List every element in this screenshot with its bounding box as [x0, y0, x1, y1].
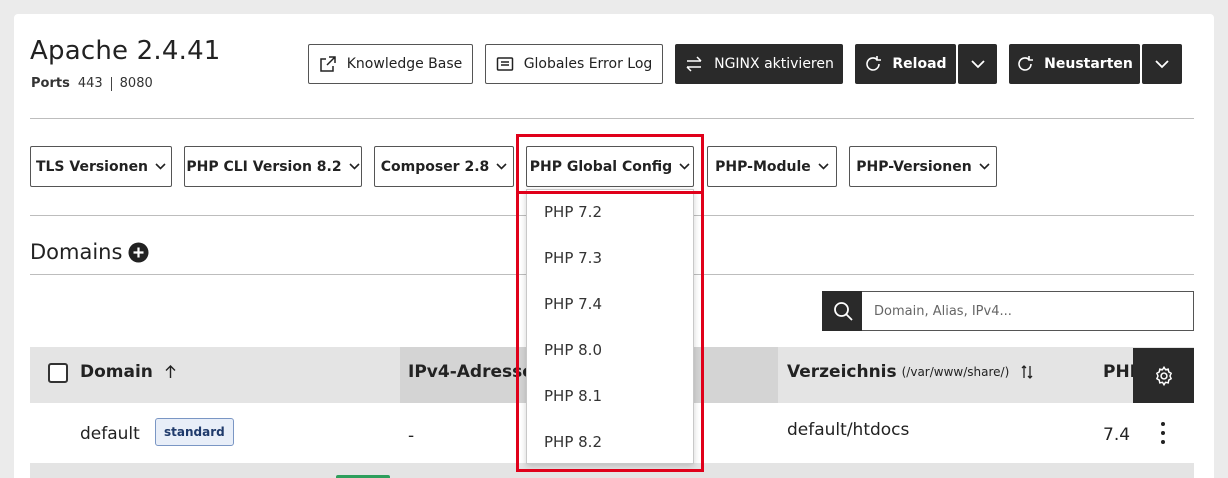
- error-log-label: Globales Error Log: [523, 56, 653, 72]
- ports-info: Ports 443 8080: [31, 76, 153, 91]
- column-header-domain[interactable]: Domain: [80, 362, 176, 382]
- search-icon: [833, 302, 853, 321]
- domain-name-cell[interactable]: default: [80, 424, 140, 444]
- dropdown-label: PHP-Module: [715, 158, 811, 175]
- reload-button[interactable]: Reload: [855, 44, 956, 84]
- chevron-down-icon: [349, 163, 360, 170]
- menu-item-php-7-4[interactable]: PHP 7.4: [544, 295, 602, 313]
- tls-versions-dropdown[interactable]: TLS Versionen: [30, 146, 172, 187]
- port-value: 8080: [119, 76, 153, 91]
- knowledge-base-label: Knowledge Base: [346, 56, 463, 72]
- dropdown-label: PHP Global Config: [529, 158, 673, 175]
- php-global-config-dropdown[interactable]: PHP Global Config: [526, 146, 694, 187]
- reload-options-button[interactable]: [958, 44, 997, 84]
- composer-dropdown[interactable]: Composer 2.8: [374, 146, 514, 187]
- document-icon: [496, 57, 513, 71]
- column-sublabel: (/var/www/share/): [901, 365, 1010, 379]
- restart-options-button[interactable]: [1142, 44, 1182, 84]
- external-link-icon: [320, 56, 336, 72]
- domain-search-input[interactable]: [862, 291, 1194, 331]
- chevron-down-icon: [679, 163, 690, 170]
- domains-heading: Domains: [30, 240, 149, 264]
- refresh-icon: [1018, 56, 1034, 71]
- table-settings-button[interactable]: [1133, 348, 1194, 403]
- chevron-down-icon: [818, 163, 829, 170]
- dropdown-label: TLS Versionen: [35, 158, 149, 175]
- dropdown-label: PHP-Versionen: [856, 158, 972, 175]
- php-modules-dropdown[interactable]: PHP-Module: [707, 146, 837, 187]
- menu-item-php-7-2[interactable]: PHP 7.2: [544, 203, 602, 221]
- column-label: Domain: [80, 362, 153, 382]
- ports-label: Ports: [31, 76, 70, 91]
- php-cli-version-dropdown[interactable]: PHP CLI Version 8.2: [184, 146, 362, 187]
- chevron-down-icon: [155, 163, 166, 170]
- sort-icon: [1021, 365, 1033, 379]
- chevron-down-icon: [979, 163, 990, 170]
- table-row: [30, 463, 1194, 478]
- nginx-label: NGINX aktivieren: [714, 56, 834, 72]
- port-value: 443: [77, 76, 103, 91]
- divider: [30, 118, 1194, 119]
- column-label: IPv4-Adresse: [408, 362, 534, 382]
- search-button[interactable]: [822, 291, 863, 331]
- row-actions-menu-icon[interactable]: [1153, 422, 1173, 444]
- dropdown-label: PHP CLI Version 8.2: [186, 158, 342, 175]
- domains-title: Domains: [30, 240, 123, 264]
- ipv4-cell: -: [408, 426, 415, 446]
- menu-item-php-8-2[interactable]: PHP 8.2: [544, 433, 602, 451]
- chevron-down-icon: [496, 163, 507, 170]
- directory-cell: default/htdocs: [787, 420, 910, 440]
- standard-badge: standard: [155, 418, 234, 446]
- ports-divider: [110, 76, 112, 91]
- select-all-checkbox[interactable]: [48, 363, 68, 383]
- nginx-activate-button[interactable]: NGINX aktivieren: [675, 44, 843, 84]
- restart-label: Neustarten: [1044, 56, 1133, 72]
- knowledge-base-button[interactable]: Knowledge Base: [308, 44, 473, 84]
- restart-button[interactable]: Neustarten: [1009, 44, 1140, 84]
- php-global-config-menu: PHP 7.2 PHP 7.3 PHP 7.4 PHP 8.0 PHP 8.1 …: [526, 189, 694, 464]
- chevron-down-icon: [1155, 60, 1169, 69]
- php-versions-dropdown[interactable]: PHP-Versionen: [849, 146, 997, 187]
- column-header-ipv4[interactable]: IPv4-Adresse: [408, 362, 534, 382]
- gear-icon: [1155, 365, 1172, 386]
- sort-ascending-icon: [165, 365, 176, 378]
- menu-item-php-8-0[interactable]: PHP 8.0: [544, 341, 602, 359]
- swap-icon: [686, 56, 702, 72]
- php-version-cell: 7.4: [1103, 425, 1131, 445]
- column-label: Verzeichnis: [787, 362, 897, 382]
- page-title: Apache 2.4.41: [30, 36, 221, 66]
- chevron-down-icon: [970, 60, 985, 69]
- menu-item-php-8-1[interactable]: PHP 8.1: [544, 387, 602, 405]
- add-domain-icon[interactable]: [128, 242, 149, 263]
- column-header-directory[interactable]: Verzeichnis (/var/www/share/): [787, 362, 1033, 382]
- menu-item-php-7-3[interactable]: PHP 7.3: [544, 249, 602, 267]
- dropdown-label: Composer 2.8: [380, 158, 490, 175]
- reload-label: Reload: [892, 56, 947, 72]
- refresh-icon: [866, 56, 882, 71]
- error-log-button[interactable]: Globales Error Log: [485, 44, 663, 84]
